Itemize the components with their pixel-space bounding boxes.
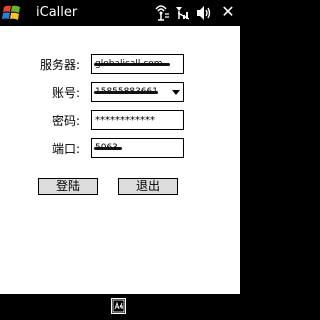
close-icon: ✕	[221, 2, 235, 21]
start-button[interactable]	[2, 3, 22, 23]
port-redaction	[94, 147, 122, 150]
start-icon	[2, 5, 20, 20]
exit-button[interactable]: 退出	[118, 178, 178, 195]
server-label: 服务器:	[39, 58, 80, 72]
login-button[interactable]: 登陆	[38, 178, 98, 195]
account-select[interactable]: 15855883661	[91, 82, 184, 102]
port-label: 端口:	[51, 142, 80, 156]
connectivity-icon[interactable]	[152, 4, 170, 22]
title-bar: iCaller ✕	[0, 0, 240, 26]
account-redaction	[94, 91, 158, 94]
menu-bar	[0, 294, 240, 320]
server-redaction	[94, 63, 170, 66]
screen: iCaller ✕ 服务器: globalicall.c	[0, 0, 240, 320]
volume-icon[interactable]	[195, 4, 213, 22]
password-value: ************	[95, 115, 155, 126]
password-label: 密码:	[51, 114, 80, 128]
account-dropdown-button[interactable]	[169, 83, 183, 101]
close-button[interactable]: ✕	[220, 3, 236, 21]
server-field[interactable]: globalicall.com	[91, 54, 184, 74]
signal-icon[interactable]	[174, 4, 192, 22]
account-label: 账号:	[51, 86, 80, 100]
port-field[interactable]: 5063	[91, 138, 184, 158]
login-form: 服务器: globalicall.com 账号: 15855883661 密码:…	[0, 26, 240, 294]
chevron-down-icon	[172, 90, 180, 95]
app-title: iCaller	[36, 5, 78, 20]
input-panel-button[interactable]	[111, 298, 126, 314]
password-field[interactable]: ************	[91, 110, 184, 130]
keyboard-icon	[111, 298, 126, 314]
